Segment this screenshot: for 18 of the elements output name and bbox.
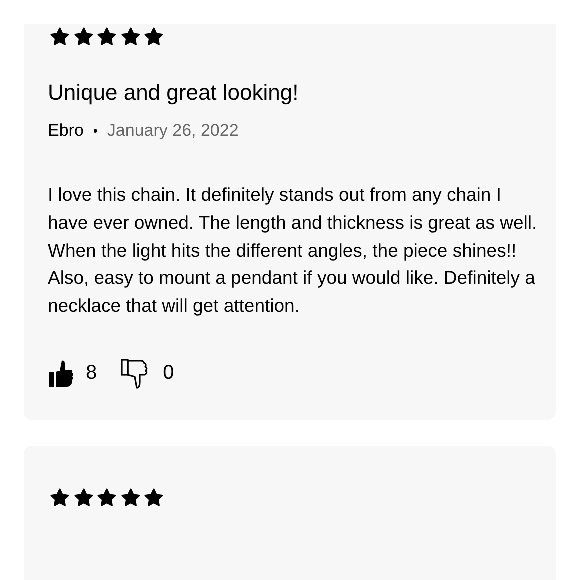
star-icon: [144, 488, 164, 508]
separator-dot: [94, 129, 98, 133]
review-title: Unique and great looking!: [48, 79, 300, 107]
review-date: January 26, 2022: [107, 121, 239, 141]
like-count: 8: [86, 362, 98, 386]
star-icon: [74, 488, 94, 508]
star-icon: [50, 488, 70, 508]
star-icon: [120, 488, 141, 508]
review-text: I love this chain. It definitely stands out from any chain I have ever owned. The length and thickness is great as well. When the light hits the different angles, the piece shines!! Also, easy to mount a pendant if you would like. Definitely a necklace that will get attention.: [48, 183, 538, 318]
author-name: Ebro: [48, 121, 84, 141]
dislike-count: 0: [163, 362, 174, 386]
star-icon: [120, 27, 141, 47]
star-icon: [97, 27, 118, 47]
thumbs-up-icon[interactable]: [48, 358, 74, 389]
star-icon: [50, 27, 70, 47]
star-icon: [74, 27, 94, 47]
star-icon: [97, 488, 118, 508]
star-icon: [144, 27, 164, 47]
